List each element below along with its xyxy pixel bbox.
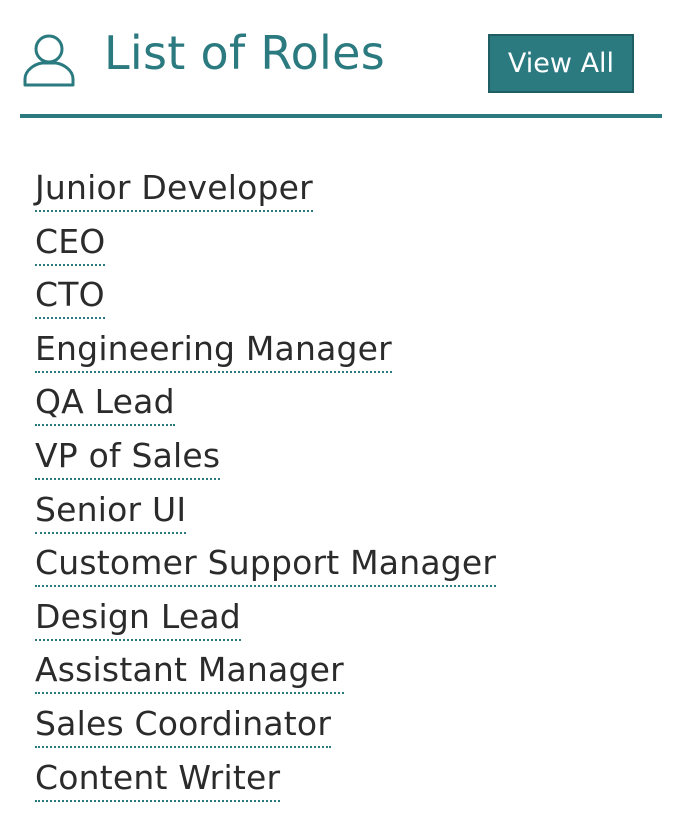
role-link[interactable]: Content Writer xyxy=(35,756,281,802)
list-item: CTO xyxy=(35,273,496,327)
role-link[interactable]: CTO xyxy=(35,273,105,320)
page-title: List of Roles xyxy=(104,26,385,80)
role-link[interactable]: Engineering Manager xyxy=(35,327,392,373)
role-link[interactable]: QA Lead xyxy=(35,380,175,427)
role-link[interactable]: CEO xyxy=(35,220,106,266)
user-icon xyxy=(22,32,76,88)
list-item: Design Lead xyxy=(35,595,496,649)
role-link[interactable]: Junior Developer xyxy=(35,166,313,212)
list-item: Customer Support Manager xyxy=(35,541,497,595)
list-item: Engineering Manager xyxy=(35,327,496,381)
list-item: VP of Sales xyxy=(35,434,496,488)
roles-list: Junior Developer CEO CTO Engineering Man… xyxy=(35,166,497,810)
role-link[interactable]: Assistant Manager xyxy=(35,648,344,695)
roles-widget: List of Roles View All Junior Developer … xyxy=(20,0,662,802)
role-link[interactable]: Sales Coordinator xyxy=(35,702,332,748)
list-item: Sales Coordinator xyxy=(35,702,496,756)
list-item: Senior UI xyxy=(35,488,496,542)
list-item: Assistant Manager xyxy=(35,648,496,702)
view-all-button[interactable]: View All xyxy=(488,34,634,93)
role-link[interactable]: Design Lead xyxy=(35,595,241,641)
role-link[interactable]: Customer Support Manager xyxy=(35,541,497,588)
list-item: QA Lead xyxy=(35,380,496,434)
list-item: CEO xyxy=(35,220,496,274)
role-link[interactable]: Senior UI xyxy=(35,488,187,534)
list-item: Content Writer xyxy=(35,756,496,810)
list-item: Junior Developer xyxy=(35,166,496,220)
role-link[interactable]: VP of Sales xyxy=(35,434,221,480)
widget-header: List of Roles View All xyxy=(20,0,662,118)
